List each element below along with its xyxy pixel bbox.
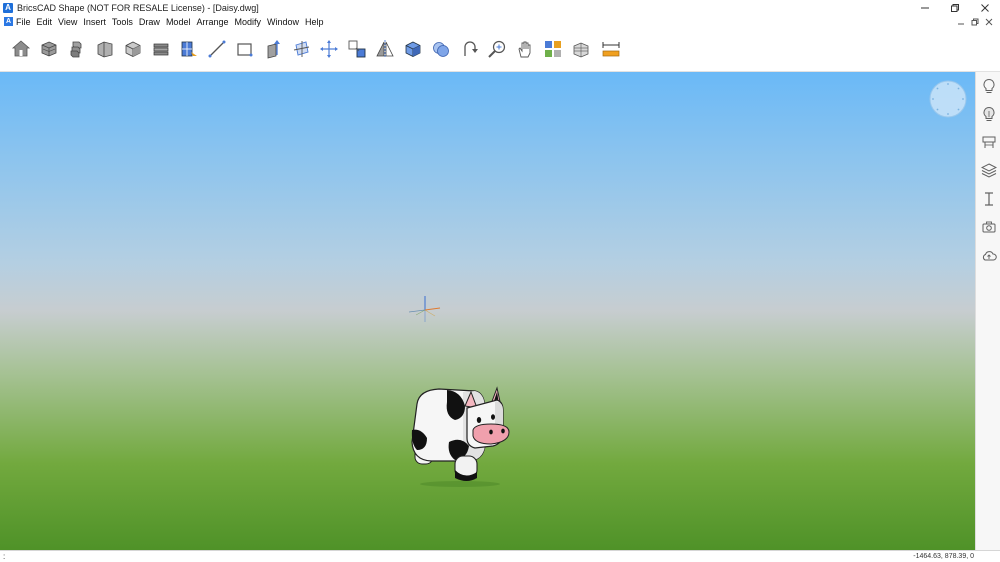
minimize-icon	[958, 23, 964, 24]
menu-insert[interactable]: Insert	[83, 17, 106, 27]
solid-button[interactable]	[403, 39, 423, 59]
restore-icon	[971, 18, 979, 25]
view-navigator[interactable]	[929, 80, 967, 118]
cube-icon	[125, 41, 141, 57]
dimension-button[interactable]	[601, 39, 621, 59]
slab-icon	[153, 43, 169, 56]
side-light-button[interactable]	[981, 106, 997, 122]
menu-window[interactable]: Window	[267, 17, 299, 27]
menu-bar: A File Edit View Insert Tools Draw Model…	[0, 15, 1000, 28]
side-components-button[interactable]	[981, 134, 997, 150]
zoom-icon	[488, 40, 506, 58]
window-door-icon	[181, 41, 197, 57]
text-cursor-icon	[985, 192, 993, 206]
layers-panel-icon	[981, 163, 997, 178]
close-icon	[981, 3, 989, 12]
model-viewport[interactable]	[0, 72, 975, 550]
rotate-icon	[464, 41, 478, 56]
slab-button[interactable]	[151, 39, 171, 59]
menu-arrange[interactable]: Arrange	[196, 17, 228, 27]
wall-button[interactable]	[95, 39, 115, 59]
doc-close-button[interactable]	[982, 16, 996, 28]
restore-icon	[951, 3, 959, 12]
components-icon	[982, 136, 996, 148]
rectangle-icon	[237, 43, 253, 57]
render-icon	[573, 42, 589, 58]
copy-button[interactable]	[347, 39, 367, 59]
window-door-button[interactable]	[179, 39, 199, 59]
title-bar: A BricsCAD Shape (NOT FOR RESALE License…	[0, 0, 1000, 15]
line-icon	[208, 40, 226, 58]
home-button[interactable]	[11, 39, 31, 59]
union-icon	[433, 42, 449, 57]
view-compass-icon	[929, 80, 967, 118]
right-panel-bar	[975, 72, 1000, 550]
lightbulb-icon	[983, 78, 995, 93]
wall-icon	[97, 41, 113, 58]
menu-file[interactable]: File	[16, 17, 31, 27]
rotate-button[interactable]	[459, 39, 479, 59]
command-prompt[interactable]: :	[3, 551, 5, 562]
menu-edit[interactable]: Edit	[37, 17, 53, 27]
box-stack-button[interactable]	[39, 39, 59, 59]
side-lightbulb-button[interactable]	[981, 78, 997, 94]
menu-draw[interactable]: Draw	[139, 17, 160, 27]
restore-button[interactable]	[940, 0, 970, 15]
menu-help[interactable]: Help	[305, 17, 324, 27]
light-icon	[983, 106, 995, 121]
close-icon	[985, 18, 993, 25]
dimension-icon	[602, 42, 620, 57]
move-icon	[320, 40, 338, 58]
camera-icon	[982, 221, 996, 233]
render-button[interactable]	[571, 39, 591, 59]
mirror-button[interactable]	[375, 39, 395, 59]
doc-minimize-button[interactable]	[954, 16, 968, 28]
menu-tools[interactable]: Tools	[112, 17, 133, 27]
main-toolbar	[0, 28, 1000, 72]
materials-button[interactable]	[543, 39, 563, 59]
zoom-button[interactable]	[487, 39, 507, 59]
extrude-button[interactable]	[263, 39, 283, 59]
pan-button[interactable]	[515, 39, 535, 59]
extrude-icon	[267, 40, 280, 59]
cursor-coordinates: -1464.63, 878.39, 0	[913, 553, 974, 560]
cow-model[interactable]	[405, 384, 515, 488]
copy-icon	[348, 40, 366, 58]
side-text-button[interactable]	[981, 191, 997, 207]
line-button[interactable]	[207, 39, 227, 59]
workplane-button[interactable]	[291, 39, 311, 59]
cow-3d-model-icon	[411, 386, 510, 487]
layers-button[interactable]	[67, 39, 87, 59]
union-button[interactable]	[431, 39, 451, 59]
move-button[interactable]	[319, 39, 339, 59]
layers-icon	[70, 41, 82, 58]
mirror-icon	[376, 40, 394, 58]
document-icon[interactable]: A	[4, 17, 13, 26]
rectangle-button[interactable]	[235, 39, 255, 59]
materials-icon	[545, 41, 561, 57]
solid-icon	[405, 41, 421, 57]
side-cloud-button[interactable]	[981, 248, 997, 264]
pan-icon	[518, 41, 531, 58]
menu-model[interactable]: Model	[166, 17, 191, 27]
menu-modify[interactable]: Modify	[234, 17, 261, 27]
ucs-origin-marker	[408, 296, 441, 324]
workplane-icon	[293, 41, 310, 57]
menu-view[interactable]: View	[58, 17, 77, 27]
side-layers-button[interactable]	[981, 162, 997, 178]
window-title: BricsCAD Shape (NOT FOR RESALE License) …	[17, 2, 259, 13]
side-camera-button[interactable]	[981, 219, 997, 235]
cloud-icon	[982, 251, 997, 261]
minimize-button[interactable]	[910, 0, 940, 15]
cube-button[interactable]	[123, 39, 143, 59]
status-bar: : -1464.63, 878.39, 0	[0, 550, 1000, 562]
box-stack-icon	[41, 41, 57, 57]
app-logo-icon: A	[3, 2, 13, 13]
minimize-icon	[921, 7, 929, 8]
doc-restore-button[interactable]	[968, 16, 982, 28]
close-button[interactable]	[970, 0, 1000, 15]
ucs-axes-icon	[408, 296, 441, 322]
home-icon	[11, 40, 31, 57]
